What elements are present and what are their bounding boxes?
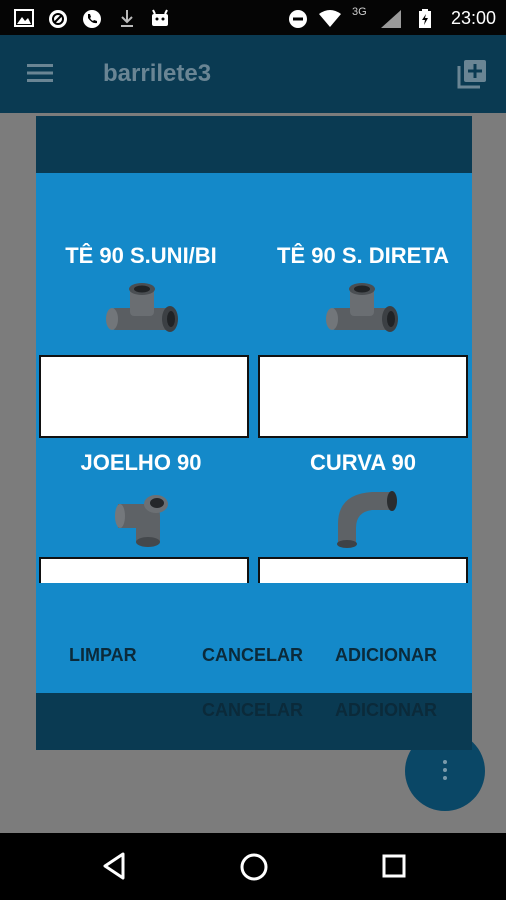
add-to-queue-icon[interactable] — [457, 59, 487, 89]
dnd-icon — [289, 10, 307, 28]
item-title-te-90-uni-bi: TÊ 90 S.UNI/BI — [65, 243, 217, 268]
bend-fitting-icon — [337, 491, 397, 548]
more-vert-icon — [443, 760, 447, 780]
quantity-input[interactable] — [39, 355, 249, 438]
home-icon[interactable] — [239, 852, 269, 882]
clock: 23:00 — [450, 8, 496, 28]
recents-icon[interactable] — [381, 852, 407, 880]
app-title: barrilete3 — [103, 60, 212, 87]
outer-add-button[interactable]: ADICIONAR — [335, 700, 437, 721]
item-title-curva-90: CURVA 90 — [310, 450, 416, 475]
wifi-icon — [319, 10, 341, 27]
item-title-joelho-90: JOELHO 90 — [80, 450, 202, 475]
network-type: 3G — [352, 6, 367, 18]
elbow-fitting-icon — [115, 495, 168, 547]
signal-icon — [381, 10, 401, 28]
cancel-button[interactable]: CANCELAR — [202, 645, 303, 666]
quantity-input[interactable] — [39, 557, 249, 583]
status-bar: 3G 23:00 — [0, 0, 506, 35]
quantity-input[interactable] — [258, 355, 468, 438]
quantity-input[interactable] — [258, 557, 468, 583]
phone-icon — [83, 10, 101, 28]
battery-charging-icon — [419, 9, 431, 28]
blocked-icon — [49, 10, 67, 28]
app-bar: barrilete3 — [0, 35, 506, 113]
android-icon — [152, 9, 168, 26]
back-icon[interactable] — [101, 852, 127, 880]
outer-cancel-button[interactable]: CANCELAR — [202, 700, 303, 721]
image-icon — [14, 9, 34, 27]
hamburger-menu-icon[interactable] — [27, 63, 53, 83]
tee-fitting-icon — [106, 283, 178, 332]
clear-button[interactable]: LIMPAR — [69, 645, 137, 666]
item-title-te-90-direta: TÊ 90 S. DIRETA — [277, 243, 449, 268]
download-icon — [121, 10, 133, 27]
tee-fitting-icon — [326, 283, 398, 332]
navigation-bar — [0, 833, 506, 900]
add-button[interactable]: ADICIONAR — [335, 645, 437, 666]
